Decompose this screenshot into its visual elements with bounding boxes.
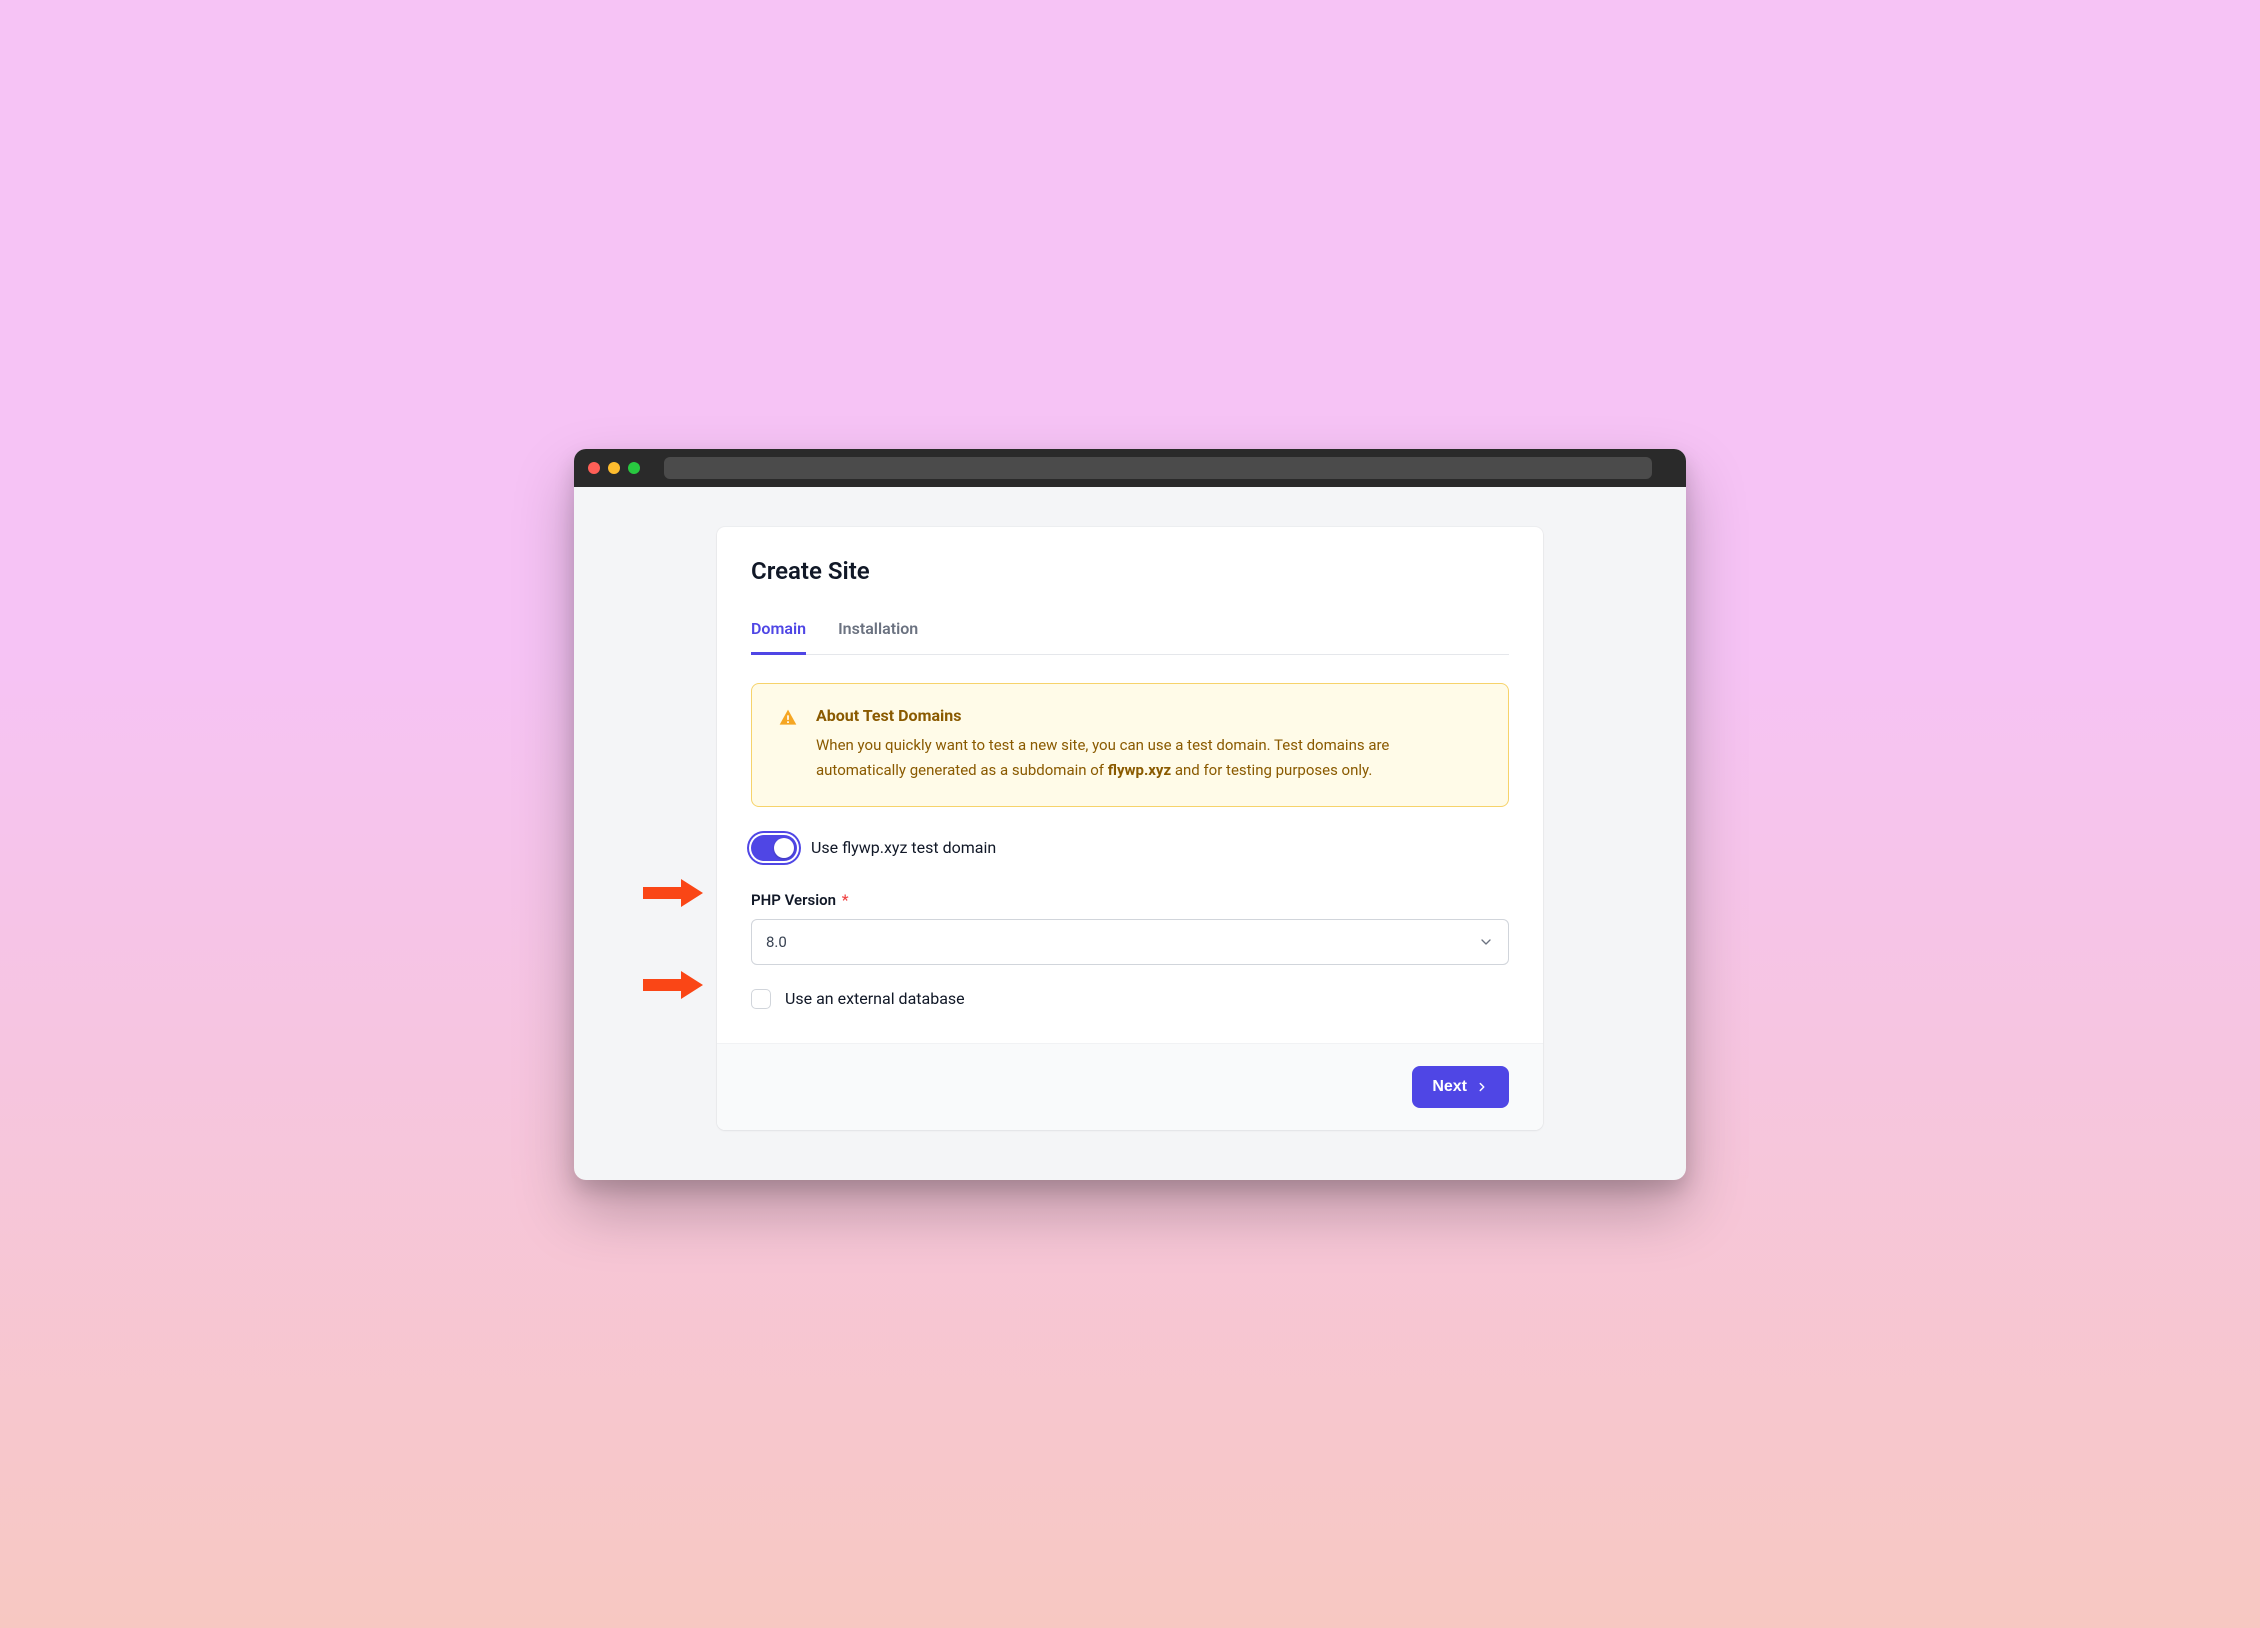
warning-triangle-icon [778, 708, 798, 728]
alert-body-bold: flywp.xyz [1108, 761, 1171, 779]
window-titlebar [574, 449, 1686, 487]
next-button-label: Next [1432, 1078, 1467, 1096]
test-domain-alert: About Test Domains When you quickly want… [751, 683, 1509, 807]
tab-installation[interactable]: Installation [838, 619, 918, 655]
php-version-label-text: PHP Version [751, 891, 836, 909]
alert-body-suffix: and for testing purposes only. [1171, 761, 1372, 779]
external-db-label: Use an external database [785, 989, 965, 1008]
browser-window: Create Site Domain Installation About Te… [574, 449, 1686, 1180]
card-header: Create Site Domain Installation [717, 527, 1543, 655]
chevron-down-icon [1478, 934, 1494, 950]
page-title: Create Site [751, 557, 1509, 585]
viewport: Create Site Domain Installation About Te… [574, 487, 1686, 1180]
use-test-domain-row: Use flywp.xyz test domain [751, 835, 1509, 861]
alert-title: About Test Domains [816, 706, 1482, 725]
php-version-select[interactable]: 8.0 [751, 919, 1509, 965]
alert-content: About Test Domains When you quickly want… [816, 706, 1482, 784]
php-version-field: PHP Version * 8.0 [751, 891, 1509, 965]
card-footer: Next [717, 1043, 1543, 1130]
traffic-lights [588, 462, 640, 474]
chevron-right-icon [1475, 1080, 1489, 1094]
tabs: Domain Installation [751, 619, 1509, 655]
toggle-knob [774, 838, 794, 858]
window-minimize-button[interactable] [608, 462, 620, 474]
window-zoom-button[interactable] [628, 462, 640, 474]
use-test-domain-toggle[interactable] [751, 835, 797, 861]
annotation-arrow-icon [641, 879, 705, 907]
card-body: About Test Domains When you quickly want… [717, 655, 1543, 1043]
alert-body: When you quickly want to test a new site… [816, 733, 1482, 784]
address-bar[interactable] [664, 457, 1652, 479]
next-button[interactable]: Next [1412, 1066, 1509, 1108]
use-test-domain-label: Use flywp.xyz test domain [811, 838, 996, 857]
tab-domain[interactable]: Domain [751, 619, 806, 655]
php-version-value: 8.0 [766, 933, 787, 951]
create-site-card: Create Site Domain Installation About Te… [717, 527, 1543, 1130]
annotation-arrow-icon [641, 971, 705, 999]
external-db-row: Use an external database [751, 989, 1509, 1009]
php-version-label: PHP Version * [751, 891, 1509, 909]
required-mark: * [842, 891, 849, 909]
external-db-checkbox[interactable] [751, 989, 771, 1009]
window-close-button[interactable] [588, 462, 600, 474]
